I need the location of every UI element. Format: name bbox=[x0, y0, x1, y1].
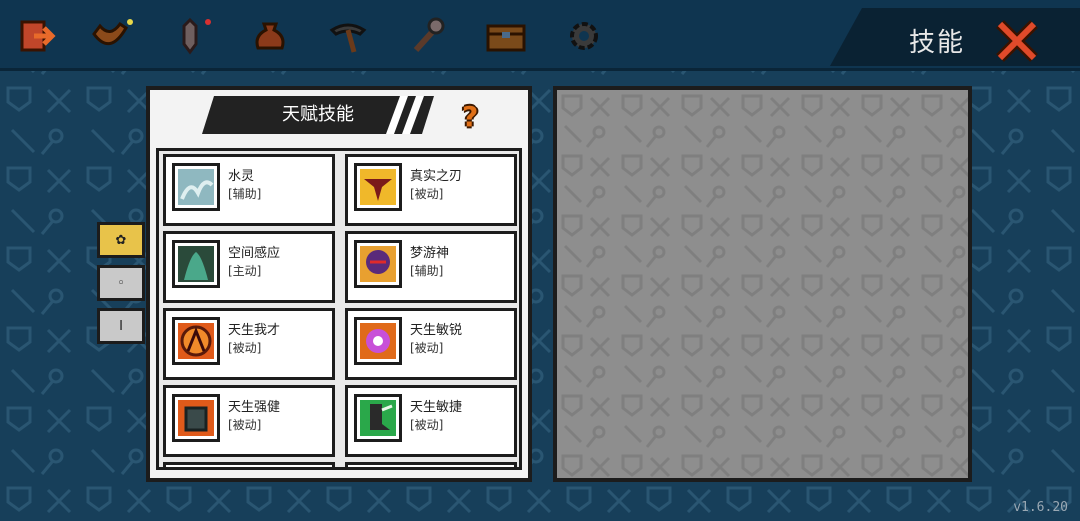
exit-door-icon[interactable] bbox=[14, 14, 58, 58]
skill-name: 天生强健 bbox=[228, 400, 281, 415]
detail-panel bbox=[553, 86, 972, 482]
tab-talent-label: ✿ bbox=[115, 232, 127, 248]
skill-card[interactable]: 水灵 [辅助] bbox=[163, 154, 335, 226]
skill-card[interactable]: 梦游神 [辅助] bbox=[345, 231, 517, 303]
skill-type: [被动] bbox=[410, 341, 444, 355]
help-icon[interactable]: ? bbox=[462, 100, 478, 133]
treasure-chest-icon[interactable] bbox=[484, 14, 528, 58]
skill-name: 梦游神 bbox=[410, 246, 450, 261]
tab-skill-label: ◦ bbox=[117, 275, 125, 291]
skill-card-partial[interactable] bbox=[163, 462, 335, 467]
tab-skill[interactable]: ◦ bbox=[97, 265, 145, 301]
skill-name: 天生敏捷 bbox=[410, 400, 463, 415]
talent-panel: 天赋技能 ? 水灵 [辅助] 真实之刃 [被动] 空间感应 [主动] 梦游神 [… bbox=[146, 86, 532, 482]
dream-walker-icon bbox=[360, 246, 396, 282]
pickaxe-icon[interactable] bbox=[326, 14, 370, 58]
skill-type: [主动] bbox=[228, 264, 262, 278]
torch-icon[interactable] bbox=[406, 14, 450, 58]
skill-card-partial[interactable] bbox=[345, 462, 517, 467]
skill-name: 水灵 bbox=[228, 169, 255, 184]
dagger-icon[interactable] bbox=[170, 14, 214, 58]
pouch-icon[interactable] bbox=[248, 14, 292, 58]
keen-icon bbox=[360, 323, 396, 359]
top-bar: 技能 bbox=[0, 0, 1080, 71]
skill-card[interactable]: 真实之刃 [被动] bbox=[345, 154, 517, 226]
gear-icon[interactable] bbox=[562, 14, 606, 58]
skill-card[interactable]: 天生我才 [被动] bbox=[163, 308, 335, 380]
version-label: v1.6.20 bbox=[1013, 500, 1068, 515]
skill-grid[interactable]: 水灵 [辅助] 真实之刃 [被动] 空间感应 [主动] 梦游神 [辅助] 天生我… bbox=[156, 148, 522, 470]
space-sense-icon bbox=[178, 246, 214, 282]
skill-type: [被动] bbox=[410, 418, 444, 432]
skill-card[interactable]: 天生敏捷 [被动] bbox=[345, 385, 517, 457]
tab-item[interactable]: I bbox=[97, 308, 145, 344]
armor-icon bbox=[178, 400, 214, 436]
skill-type: [辅助] bbox=[410, 264, 444, 278]
close-icon[interactable] bbox=[994, 20, 1040, 62]
tab-item-label: I bbox=[119, 318, 123, 334]
boomerang-icon[interactable] bbox=[90, 14, 134, 58]
skill-name: 天生我才 bbox=[228, 323, 281, 338]
skill-name: 空间感应 bbox=[228, 246, 281, 261]
panel-header: 天赋技能 bbox=[202, 96, 434, 134]
talent-icon bbox=[178, 323, 214, 359]
agility-icon bbox=[360, 400, 396, 436]
skill-card[interactable]: 天生强健 [被动] bbox=[163, 385, 335, 457]
detail-pattern bbox=[557, 90, 968, 478]
skill-name: 天生敏锐 bbox=[410, 323, 463, 338]
skill-type: [被动] bbox=[228, 341, 262, 355]
skill-type: [被动] bbox=[228, 418, 262, 432]
skill-card[interactable]: 空间感应 [主动] bbox=[163, 231, 335, 303]
page-title: 技能 bbox=[908, 28, 965, 58]
skill-type: [被动] bbox=[410, 187, 444, 201]
tab-talent[interactable]: ✿ bbox=[97, 222, 145, 258]
skill-type: [辅助] bbox=[228, 187, 262, 201]
blade-icon bbox=[360, 169, 396, 205]
panel-title: 天赋技能 bbox=[282, 104, 354, 125]
skill-name: 真实之刃 bbox=[410, 169, 463, 184]
water-spirit-icon bbox=[178, 169, 214, 205]
skill-card[interactable]: 天生敏锐 [被动] bbox=[345, 308, 517, 380]
